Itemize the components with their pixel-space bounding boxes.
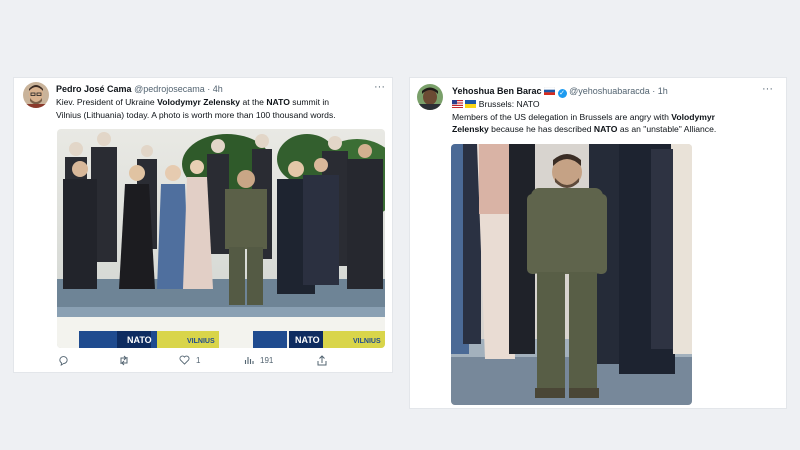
views-button[interactable]: 191 (244, 355, 273, 365)
author-handle[interactable]: @yehoshuabaracda (569, 86, 650, 96)
retweet-icon (120, 355, 128, 366)
tweet-text-line-2: Members of the US delegation in Brussels… (452, 111, 716, 122)
avatar[interactable] (23, 82, 49, 108)
tweet-header: Yehoshua Ben Barac ✓ @yehoshuabaracda · … (452, 86, 668, 98)
banner-nato-text-2: NATO (295, 335, 320, 345)
mention-nato: NATO (593, 124, 618, 134)
russia-flag-icon (544, 87, 556, 95)
tweet-text: Brussels: NATO Members of the US delegat… (452, 98, 778, 136)
tweet-text-line-2: Vilnius (Lithuania) today. A photo is wo… (56, 109, 336, 120)
separator-dot: · (649, 86, 658, 96)
tweet-text-line-3: Zelensky because he has described NATO a… (452, 124, 717, 134)
mention-nato: NATO (266, 97, 290, 107)
tweet-text: Kiev. President of Ukraine Volodymyr Zel… (56, 96, 388, 121)
share-button[interactable] (317, 355, 327, 366)
ukraine-flag-icon (465, 100, 477, 108)
reply-icon (59, 356, 68, 366)
views-icon (244, 357, 254, 364)
tweet-photo[interactable] (451, 144, 692, 405)
mention-zelensky: Volodymyr Zelensky (157, 97, 241, 107)
tweet-photo[interactable]: NATO NATO VILNIUS VILNIUS (57, 129, 385, 348)
tweet-time[interactable]: 1h (658, 86, 668, 96)
reply-button[interactable] (58, 355, 75, 366)
author-handle[interactable]: @pedrojosecama (134, 84, 205, 94)
tweet-time[interactable]: 4h (213, 84, 223, 94)
banner-vilnius-text: VILNIUS (187, 338, 215, 345)
tweet-actions: 1 191 (14, 355, 392, 369)
like-count: 1 (196, 355, 201, 365)
banner-nato-text: NATO (127, 335, 152, 345)
tweet-card-1[interactable]: Pedro José Cama @pedrojosecama · 4h ··· … (13, 77, 393, 373)
tweet-header: Pedro José Cama @pedrojosecama · 4h (56, 84, 223, 94)
heart-icon (179, 355, 190, 365)
us-flag-icon (452, 100, 463, 108)
tweet-card-2[interactable]: Yehoshua Ben Barac ✓ @yehoshuabaracda · … (409, 77, 787, 409)
tweet-text-line-1: Brussels: NATO (452, 98, 778, 111)
more-options-icon[interactable]: ··· (762, 83, 773, 95)
retweet-button[interactable] (118, 355, 136, 366)
avatar[interactable] (417, 84, 443, 110)
author-name[interactable]: Pedro José Cama (56, 84, 132, 94)
mention-zelensky: Volodymyr (671, 111, 716, 122)
share-icon (317, 355, 327, 366)
view-count: 191 (260, 355, 274, 365)
tweet-text-line-1: Kiev. President of Ukraine Volodymyr Zel… (56, 97, 330, 107)
verified-badge-icon: ✓ (557, 89, 567, 98)
more-options-icon[interactable]: ··· (374, 81, 385, 93)
banner-vilnius-text-2: VILNIUS (353, 338, 381, 345)
like-button[interactable]: 1 (179, 355, 200, 365)
separator-dot: · (204, 84, 213, 94)
author-name[interactable]: Yehoshua Ben Barac (452, 86, 542, 96)
